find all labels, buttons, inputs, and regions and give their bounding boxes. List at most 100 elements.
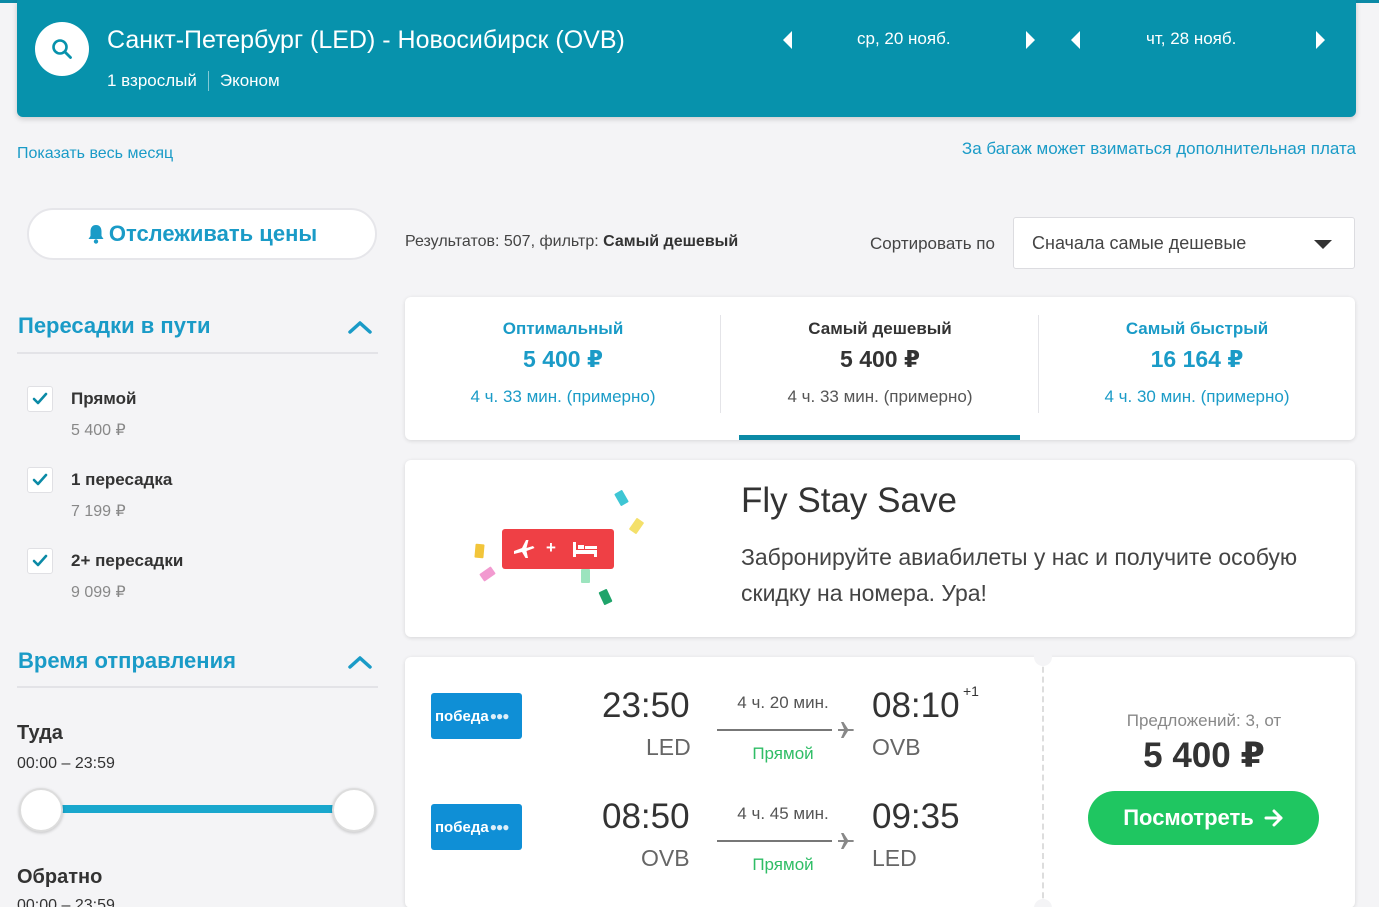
- divider: [720, 315, 721, 413]
- confetti: [598, 588, 613, 606]
- track-prices-button[interactable]: Отслеживать цены: [27, 208, 377, 260]
- sort-label: Сортировать по: [870, 234, 995, 253]
- leg2-departure-code: OVB: [641, 845, 690, 871]
- search-icon: [52, 39, 72, 59]
- airplane-icon: [514, 540, 535, 558]
- airline-logo: победа ●●●: [431, 804, 522, 850]
- ticket-notch: [1034, 899, 1052, 907]
- airplane-icon: [838, 722, 854, 738]
- stops-filter-title[interactable]: Пересадки в пути: [18, 313, 211, 339]
- check-icon: [32, 392, 48, 405]
- leg1-route-line: [717, 729, 832, 731]
- leg2-route-line: [717, 840, 832, 842]
- outbound-label: Туда: [17, 722, 63, 744]
- tab-price: 5 400 ₽: [840, 346, 920, 372]
- divider: [207, 71, 209, 91]
- depart-date-prev-button[interactable]: [778, 29, 798, 51]
- leg1-day-offset: +1: [963, 683, 979, 699]
- return-date-next-button[interactable]: [1310, 29, 1330, 51]
- tab-duration: 4 ч. 30 мин. (примерно): [1104, 387, 1290, 406]
- stops-direct-price: 5 400 ₽: [71, 422, 126, 439]
- airline-logo: победа ●●●: [431, 693, 522, 739]
- tab-cheapest[interactable]: Самый дешевый 5 400 ₽ 4 ч. 33 мин. (прим…: [722, 297, 1038, 440]
- flight-price: 5 400 ₽: [1143, 736, 1265, 775]
- promo-text: Забронируйте авиабилеты у нас и получите…: [741, 544, 1298, 606]
- tab-fastest[interactable]: Самый быстрый 16 164 ₽ 4 ч. 30 мин. (при…: [1039, 297, 1355, 440]
- chevron-up-icon[interactable]: [348, 655, 372, 669]
- leg1-arrival-time: 08:10: [872, 686, 960, 725]
- passengers-count: 1 взрослый: [107, 71, 197, 90]
- leg1-stops: Прямой: [752, 744, 814, 763]
- airline-name: победа: [435, 818, 489, 836]
- show-month-link[interactable]: Показать весь месяц: [17, 145, 173, 163]
- tab-title: Самый быстрый: [1125, 319, 1269, 338]
- tab-optimal[interactable]: Оптимальный 5 400 ₽ 4 ч. 33 мин. (пример…: [405, 297, 721, 440]
- caret-down-icon: [1314, 240, 1332, 249]
- chevron-left-icon: [1071, 31, 1080, 49]
- depart-date[interactable]: ср, 20 нояб.: [857, 29, 951, 49]
- passenger-cabin-summary[interactable]: 1 взрослый Эконом: [107, 71, 280, 91]
- airplane-icon: [838, 833, 854, 849]
- route-title[interactable]: Санкт-Петербург (LED) - Новосибирск (OVB…: [107, 26, 625, 55]
- departure-filter-title[interactable]: Время отправления: [18, 648, 236, 674]
- return-label: Обратно: [17, 866, 103, 888]
- active-tab-indicator: [739, 435, 1020, 440]
- tab-title: Самый дешевый: [808, 319, 952, 338]
- airline-logo-dots: ●●●: [489, 709, 510, 723]
- ticket-notch: [1034, 648, 1052, 666]
- leg1-departure-time: 23:50: [602, 686, 690, 725]
- stops-two-plus-label[interactable]: 2+ пересадки: [71, 551, 183, 571]
- confetti: [581, 569, 590, 583]
- stops-direct-label[interactable]: Прямой: [71, 389, 137, 409]
- results-filter: Самый дешевый: [603, 233, 739, 250]
- sort-select[interactable]: Сначала самые дешевые: [1013, 217, 1355, 269]
- outbound-time-slider-track[interactable]: [42, 805, 354, 813]
- leg2-arrival-time: 09:35: [872, 797, 960, 836]
- chevron-up-icon[interactable]: [348, 320, 372, 334]
- promo-banner[interactable]: + Fly Stay Save Забронируйте авиабилеты …: [405, 460, 1355, 637]
- results-summary: Результатов: 507, фильтр: Самый дешевый: [405, 233, 738, 251]
- promo-title: Fly Stay Save: [741, 481, 957, 520]
- view-flight-button[interactable]: Посмотреть: [1088, 791, 1319, 845]
- bed-icon: [573, 542, 597, 557]
- stops-direct-checkbox[interactable]: [27, 386, 53, 412]
- leg2-arrival-code: LED: [872, 845, 917, 871]
- flight-hotel-badge: +: [502, 529, 614, 569]
- airline-logo-dots: ●●●: [489, 820, 510, 834]
- return-range: 00:00 – 23:59: [17, 897, 115, 907]
- search-button[interactable]: [35, 22, 89, 76]
- stops-two-plus-checkbox[interactable]: [27, 548, 53, 574]
- tab-duration: 4 ч. 33 мин. (примерно): [470, 387, 656, 406]
- bell-icon: [88, 225, 104, 244]
- tab-duration: 4 ч. 33 мин. (примерно): [787, 387, 973, 406]
- divider: [17, 686, 378, 688]
- ticket-divider: [1042, 657, 1044, 907]
- depart-date-next-button[interactable]: [1020, 29, 1040, 51]
- airline-name: победа: [435, 707, 489, 725]
- outbound-slider-min-handle[interactable]: [19, 788, 63, 832]
- stops-two-plus-price: 9 099 ₽: [71, 584, 126, 601]
- stops-one-checkbox[interactable]: [27, 467, 53, 493]
- plus-icon: +: [546, 538, 556, 557]
- outbound-slider-max-handle[interactable]: [332, 788, 376, 832]
- check-icon: [32, 554, 48, 567]
- search-summary-header[interactable]: Санкт-Петербург (LED) - Новосибирск (OVB…: [17, 0, 1356, 117]
- return-date-prev-button[interactable]: [1066, 29, 1086, 51]
- tab-price: 16 164 ₽: [1150, 346, 1244, 372]
- confetti: [614, 489, 629, 507]
- chevron-right-icon: [1316, 31, 1325, 49]
- divider: [17, 352, 378, 354]
- arrow-right-icon: [1264, 809, 1283, 827]
- confetti: [479, 566, 496, 582]
- flight-result-card[interactable]: победа ●●● 23:50 LED 4 ч. 20 мин. Прямой …: [405, 648, 1355, 907]
- leg2-duration: 4 ч. 45 мин.: [737, 804, 829, 823]
- leg1-departure-code: LED: [646, 734, 691, 760]
- leg1-arrival-code: OVB: [872, 734, 921, 760]
- view-flight-label: Посмотреть: [1123, 805, 1254, 830]
- return-date[interactable]: чт, 28 нояб.: [1146, 29, 1236, 49]
- sort-tabs-card: Оптимальный 5 400 ₽ 4 ч. 33 мин. (пример…: [405, 297, 1355, 440]
- stops-one-label[interactable]: 1 пересадка: [71, 470, 172, 490]
- tab-price: 5 400 ₽: [523, 346, 603, 372]
- leg1-duration: 4 ч. 20 мин.: [737, 693, 829, 712]
- baggage-fee-link[interactable]: За багаж может взиматься дополнительная …: [962, 139, 1356, 159]
